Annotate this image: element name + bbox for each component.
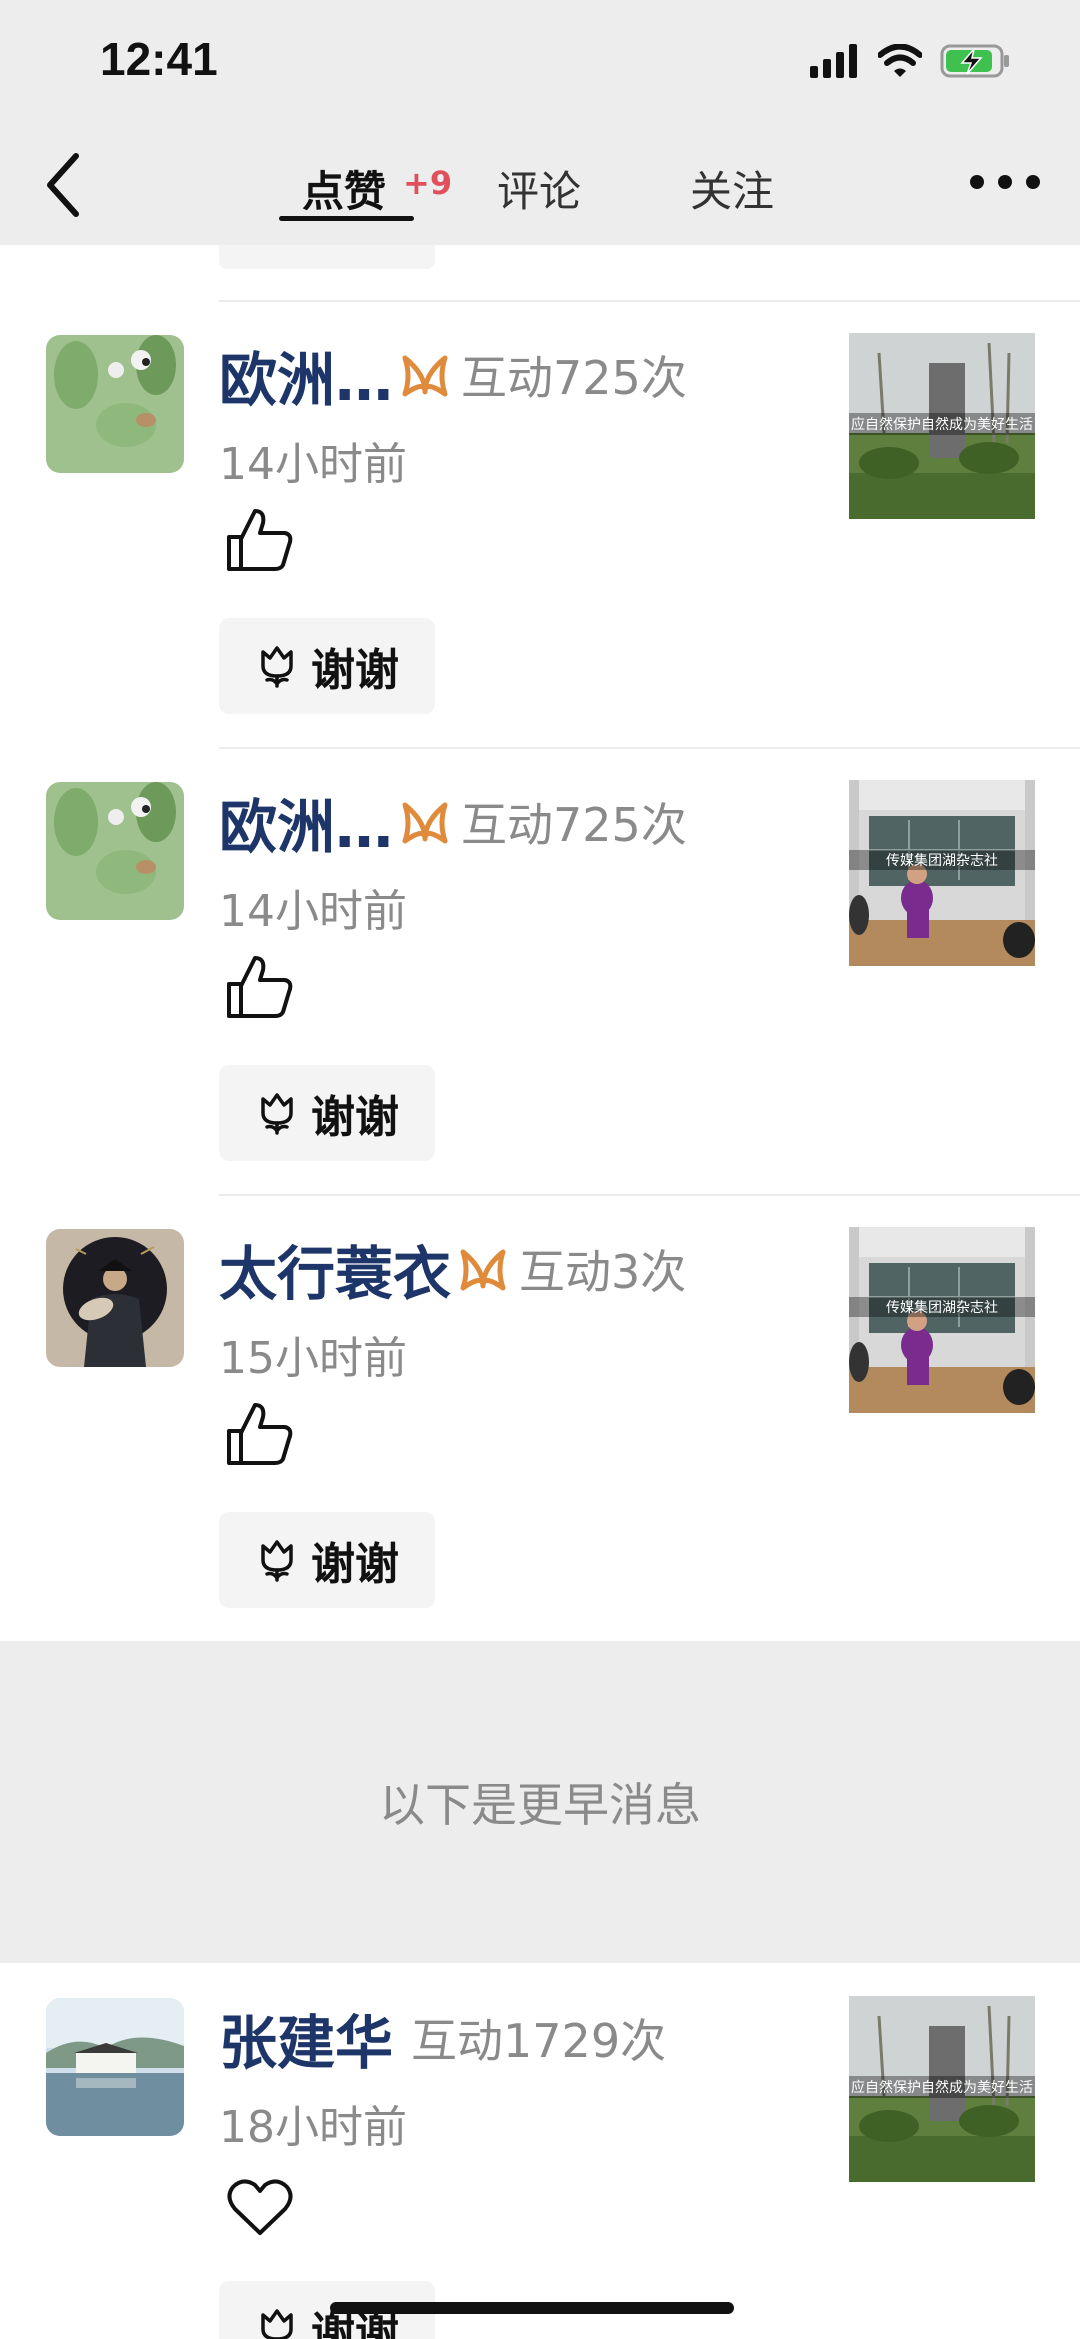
previous-thanks-button[interactable] (219, 245, 435, 269)
separator (219, 1194, 1080, 1196)
timestamp: 15小时前 (219, 1333, 407, 1384)
user-name[interactable]: 欧洲… (219, 780, 393, 864)
post-thumbnail[interactable]: 应自然保护自然成为美好生活 (849, 1996, 1035, 2182)
list-item[interactable]: 欧洲… 互动725次 14小时前 谢谢 (0, 300, 1080, 747)
thanks-label: 谢谢 (311, 1539, 399, 1590)
signal-icon (810, 44, 857, 78)
interaction-count: 互动725次 (461, 351, 687, 405)
nav-bar: 点赞 +9 评论 关注 (0, 130, 1080, 240)
avatar[interactable] (46, 1229, 184, 1367)
thanks-button[interactable]: 谢谢 (219, 1512, 435, 1608)
avatar[interactable] (46, 335, 184, 473)
battery-icon (940, 44, 1009, 78)
user-name[interactable]: 太行蓑衣 (219, 1227, 451, 1311)
back-icon[interactable] (40, 150, 90, 220)
notification-list: 欧洲… 互动725次 14小时前 谢谢 应自然保护自然成为美好生活 欧洲… 互动… (0, 245, 1080, 2339)
heart-icon (227, 2179, 293, 2235)
thanks-button[interactable]: 谢谢 (219, 1065, 435, 1161)
timestamp: 18小时前 (219, 2102, 407, 2153)
list-item[interactable]: 欧洲… 互动725次 14小时前 谢谢 (0, 747, 1080, 1194)
thumb-caption: 应自然保护自然成为美好生活 (851, 416, 1033, 433)
thanks-label: 谢谢 (311, 1092, 399, 1143)
vip-icon (402, 355, 448, 397)
home-indicator (330, 2302, 734, 2314)
avatar[interactable] (46, 782, 184, 920)
thumbs-up-icon (227, 956, 293, 1018)
vip-icon (460, 1249, 506, 1291)
list-item[interactable]: 张建华 互动1729次 18小时前 谢谢 应自然保护自然成为美好生活 (0, 1963, 1080, 2339)
thumb-caption: 应自然保护自然成为美好生活 (851, 2079, 1033, 2096)
top-bar: 12:41 点赞 +9 评论 关注 (0, 0, 1080, 245)
flower-icon (261, 1540, 293, 1582)
list-item[interactable]: 太行蓑衣 互动3次 15小时前 谢谢 传媒集团湖杂志社 (0, 1194, 1080, 1641)
earlier-messages-label: 以下是更早消息 (379, 1778, 701, 1832)
vip-icon (402, 802, 448, 844)
interaction-count: 互动725次 (461, 798, 687, 852)
timestamp: 14小时前 (219, 439, 407, 490)
thumb-caption: 传媒集团湖杂志社 (886, 1299, 998, 1316)
thumb-caption: 传媒集团湖杂志社 (886, 852, 998, 869)
separator (219, 300, 1080, 302)
thanks-label: 谢谢 (311, 645, 399, 696)
interaction-count: 互动3次 (519, 1245, 687, 1299)
avatar[interactable] (46, 1998, 184, 2136)
user-name[interactable]: 张建华 (219, 1996, 393, 2080)
thumbs-up-icon (227, 1403, 293, 1465)
interaction-count: 互动1729次 (411, 2014, 667, 2068)
tab-follows[interactable]: 关注 (690, 158, 774, 219)
earlier-messages-divider: 以下是更早消息 (0, 1641, 1080, 1963)
post-thumbnail[interactable]: 传媒集团湖杂志社 (849, 780, 1035, 966)
post-thumbnail[interactable]: 应自然保护自然成为美好生活 (849, 333, 1035, 519)
thumbs-up-icon (227, 509, 293, 571)
user-name[interactable]: 欧洲… (219, 333, 393, 417)
thanks-button[interactable]: 谢谢 (219, 618, 435, 714)
post-thumbnail[interactable]: 传媒集团湖杂志社 (849, 1227, 1035, 1413)
more-icon[interactable] (970, 172, 1040, 192)
tab-comments[interactable]: 评论 (497, 158, 581, 219)
active-tab-indicator (279, 216, 414, 221)
timestamp: 14小时前 (219, 886, 407, 937)
status-time: 12:41 (100, 33, 218, 85)
flower-icon (261, 1093, 293, 1135)
wifi-icon (878, 44, 922, 77)
tab-likes[interactable]: 点赞 (302, 158, 386, 219)
flower-icon (261, 646, 293, 688)
status-icons (810, 38, 1012, 84)
flower-icon (261, 2309, 293, 2339)
separator (219, 747, 1080, 749)
likes-badge: +9 (403, 164, 453, 202)
